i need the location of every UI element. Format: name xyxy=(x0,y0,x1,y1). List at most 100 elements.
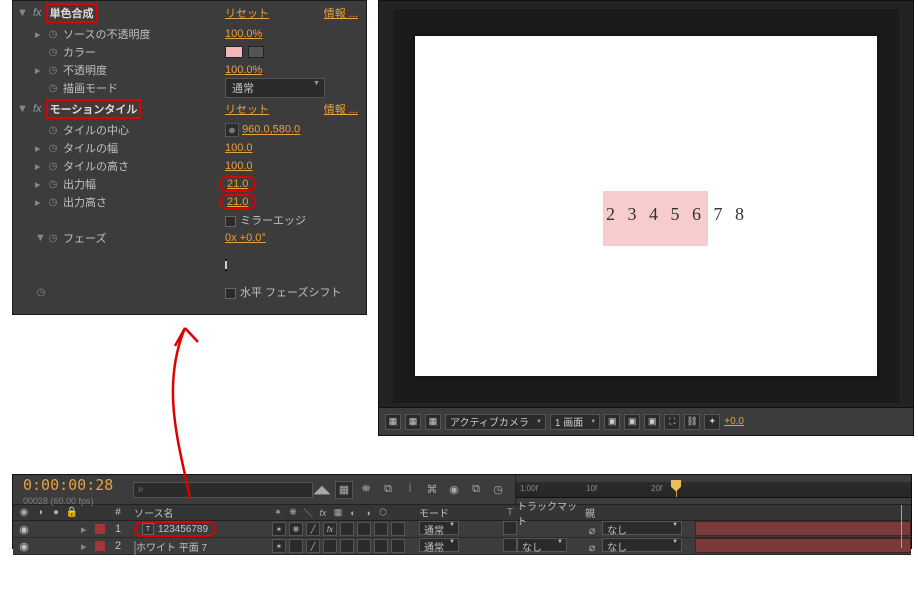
layer-duration-bar[interactable] xyxy=(695,521,911,536)
adjustment-switch[interactable] xyxy=(374,522,388,536)
stopwatch-icon[interactable]: ◷ xyxy=(47,46,59,58)
quality-switch[interactable]: ╱ xyxy=(306,522,320,536)
track-matte-dropdown[interactable]: なし xyxy=(517,538,567,552)
toggle-visibility-icon[interactable]: ▦ xyxy=(425,414,441,430)
frame-blend-switch[interactable] xyxy=(340,522,354,536)
stopwatch-icon[interactable]: ◷ xyxy=(47,28,59,40)
quality-switch[interactable]: ╱ xyxy=(306,539,320,553)
color-swatch[interactable] xyxy=(225,46,243,58)
stopwatch-icon[interactable]: ◷ xyxy=(47,142,59,154)
eyedropper-icon[interactable] xyxy=(248,46,264,58)
label-color-chip[interactable] xyxy=(95,524,105,534)
stopwatch-icon[interactable]: ◷ xyxy=(47,124,59,136)
parent-dropdown[interactable]: なし xyxy=(602,521,682,535)
pickwhip-icon[interactable]: ⌀ xyxy=(585,523,599,537)
chevron-down-icon[interactable]: ▼ xyxy=(17,7,25,19)
draft-3d-icon[interactable]: ▦ xyxy=(335,481,353,499)
visibility-toggle[interactable]: ◉ xyxy=(17,523,31,536)
motion-blur-switch[interactable] xyxy=(357,539,371,553)
frame-blend-icon[interactable]: ⧉ xyxy=(379,481,397,499)
visibility-toggle[interactable]: ◉ xyxy=(17,540,31,553)
chevron-right-icon[interactable]: ▸ xyxy=(81,540,89,553)
chevron-right-icon[interactable]: ▸ xyxy=(81,523,89,536)
effect-name[interactable]: 単色合成 xyxy=(46,3,98,23)
exposure-value[interactable]: +0.0 xyxy=(724,416,744,427)
reset-link[interactable]: リセット xyxy=(225,5,269,21)
pickwhip-icon[interactable]: ⌀ xyxy=(585,540,599,554)
chevron-right-icon[interactable]: ▸ xyxy=(35,28,43,41)
toolbar-icon[interactable]: ▣ xyxy=(624,414,640,430)
chevron-right-icon[interactable]: ▸ xyxy=(35,64,43,77)
info-link[interactable]: 情報 ... xyxy=(324,101,358,117)
motion-blur-icon[interactable]: ⦚ xyxy=(401,481,419,499)
parent-dropdown[interactable]: なし xyxy=(602,538,682,552)
3d-switch[interactable] xyxy=(391,522,405,536)
fx-switch[interactable]: fx xyxy=(323,522,337,536)
3d-switch[interactable] xyxy=(391,539,405,553)
reset-link[interactable]: リセット xyxy=(225,101,269,117)
comp-button-icon[interactable]: ◢◣ xyxy=(313,481,331,499)
auto-keyframe-icon[interactable]: ◷ xyxy=(489,481,507,499)
info-link[interactable]: 情報 ... xyxy=(324,5,358,21)
camera-dropdown[interactable]: アクティブカメラ xyxy=(445,414,546,430)
phase-knob[interactable] xyxy=(225,258,227,272)
collapse-switch[interactable] xyxy=(289,539,303,553)
stopwatch-icon[interactable]: ◷ xyxy=(47,196,59,208)
fx-switch[interactable] xyxy=(323,539,337,553)
stopwatch-icon[interactable]: ◷ xyxy=(47,64,59,76)
label-color-chip[interactable] xyxy=(95,541,105,551)
shy-switch[interactable]: ✶ xyxy=(272,539,286,553)
layer-duration-bar[interactable] xyxy=(695,538,911,553)
current-timecode[interactable]: 0:00:00:28 xyxy=(17,474,129,496)
current-time-indicator[interactable] xyxy=(676,482,677,497)
phase-shift-checkbox[interactable] xyxy=(225,288,236,299)
stopwatch-icon[interactable]: ◷ xyxy=(47,82,59,94)
effect-name[interactable]: モーションタイル xyxy=(46,99,142,119)
shy-switch[interactable]: ✶ xyxy=(272,522,286,536)
grid-icon[interactable]: ▦ xyxy=(405,414,421,430)
motion-blur-switch[interactable] xyxy=(357,522,371,536)
timeline-search-input[interactable]: ⌕ xyxy=(133,482,313,498)
stopwatch-icon[interactable]: ◷ xyxy=(47,178,59,190)
toolbar-icon[interactable]: ⛓ xyxy=(684,414,700,430)
chevron-down-icon[interactable]: ▼ xyxy=(35,232,43,244)
stopwatch-icon[interactable]: ◷ xyxy=(47,160,59,172)
chevron-right-icon[interactable]: ▸ xyxy=(35,160,43,173)
frame-blend-switch[interactable] xyxy=(340,539,354,553)
toolbar-icon[interactable]: ▣ xyxy=(604,414,620,430)
chevron-right-icon[interactable]: ▸ xyxy=(35,142,43,155)
layer-name[interactable]: ホワイト 平面 7 xyxy=(136,543,207,554)
chevron-right-icon[interactable]: ▸ xyxy=(35,196,43,209)
point-target-icon[interactable]: ⊕ xyxy=(225,123,239,137)
exposure-icon[interactable]: ✦ xyxy=(704,414,720,430)
blend-mode-dropdown[interactable]: 通常 xyxy=(225,78,325,98)
stopwatch-icon[interactable]: ◷ xyxy=(35,286,47,298)
graph-editor-icon[interactable]: ◉ xyxy=(445,481,463,499)
layer-row[interactable]: ◉ ▸ 1 T 123456789 ✶ ❋ ╱ fx 通常 ⌀ なし xyxy=(13,521,911,538)
layer-name[interactable]: 123456789 xyxy=(158,524,208,535)
effect-header-motion-tile[interactable]: ▼ fx モーションタイル リセット 情報 ... xyxy=(13,97,366,121)
blend-mode-dropdown[interactable]: 通常 xyxy=(419,538,459,552)
view-layout-dropdown[interactable]: 1 画面 xyxy=(550,414,600,430)
toolbar-icon[interactable]: ▣ xyxy=(644,414,660,430)
layer-row[interactable]: ◉ ▸ 2 ホワイト 平面 7 ✶ ╱ 通常 なし ⌀ なし xyxy=(13,538,911,555)
preview-viewport[interactable]: 2 3 4 5 6 7 8 xyxy=(393,9,899,403)
brain-icon[interactable]: ⌘ xyxy=(423,481,441,499)
adjustment-switch[interactable] xyxy=(374,539,388,553)
toolbar-icon[interactable]: ⛶ xyxy=(664,414,680,430)
collapse-switch[interactable]: ❋ xyxy=(289,522,303,536)
preserve-transparency-switch[interactable] xyxy=(503,538,517,552)
col-source-name[interactable]: ソース名 xyxy=(128,505,268,520)
blend-mode-dropdown[interactable]: 通常 xyxy=(419,521,459,535)
opacity-value[interactable]: 100.0% xyxy=(225,28,262,40)
chevron-down-icon[interactable]: ▼ xyxy=(17,103,25,115)
shy-icon[interactable]: ⛯ xyxy=(357,481,375,499)
time-ruler[interactable]: 1:00f 10f 20f xyxy=(516,482,911,498)
magnification-icon[interactable]: ▦ xyxy=(385,414,401,430)
chevron-right-icon[interactable]: ▸ xyxy=(35,178,43,191)
effect-header-solid-composite[interactable]: ▼ fx 単色合成 リセット 情報 ... xyxy=(13,1,366,25)
stopwatch-icon[interactable]: ◷ xyxy=(47,232,59,244)
mirror-checkbox[interactable] xyxy=(225,216,236,227)
snap-icon[interactable]: ⧉ xyxy=(467,481,485,499)
preserve-transparency-switch[interactable] xyxy=(503,521,517,535)
